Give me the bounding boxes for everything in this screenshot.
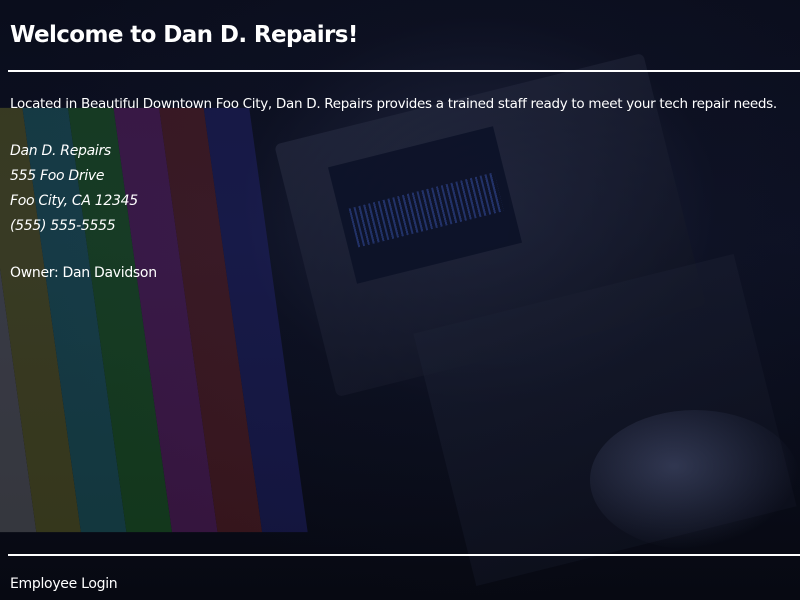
page-title: Welcome to Dan D. Repairs!: [10, 22, 358, 48]
employee-login-link[interactable]: Employee Login: [10, 576, 118, 592]
business-address: Dan D. Repairs 555 Foo Drive Foo City, C…: [10, 139, 138, 239]
owner-name: Owner: Dan Davidson: [10, 265, 157, 281]
street-address: 555 Foo Drive: [10, 168, 105, 184]
page-content: Welcome to Dan D. Repairs! Located in Be…: [0, 0, 800, 600]
intro-text: Located in Beautiful Downtown Foo City, …: [10, 96, 777, 112]
footer-divider: [8, 554, 800, 556]
business-name: Dan D. Repairs: [10, 143, 111, 159]
city-state-zip: Foo City, CA 12345: [10, 193, 138, 209]
header-divider: [8, 70, 800, 72]
phone-number: (555) 555-5555: [10, 218, 116, 234]
